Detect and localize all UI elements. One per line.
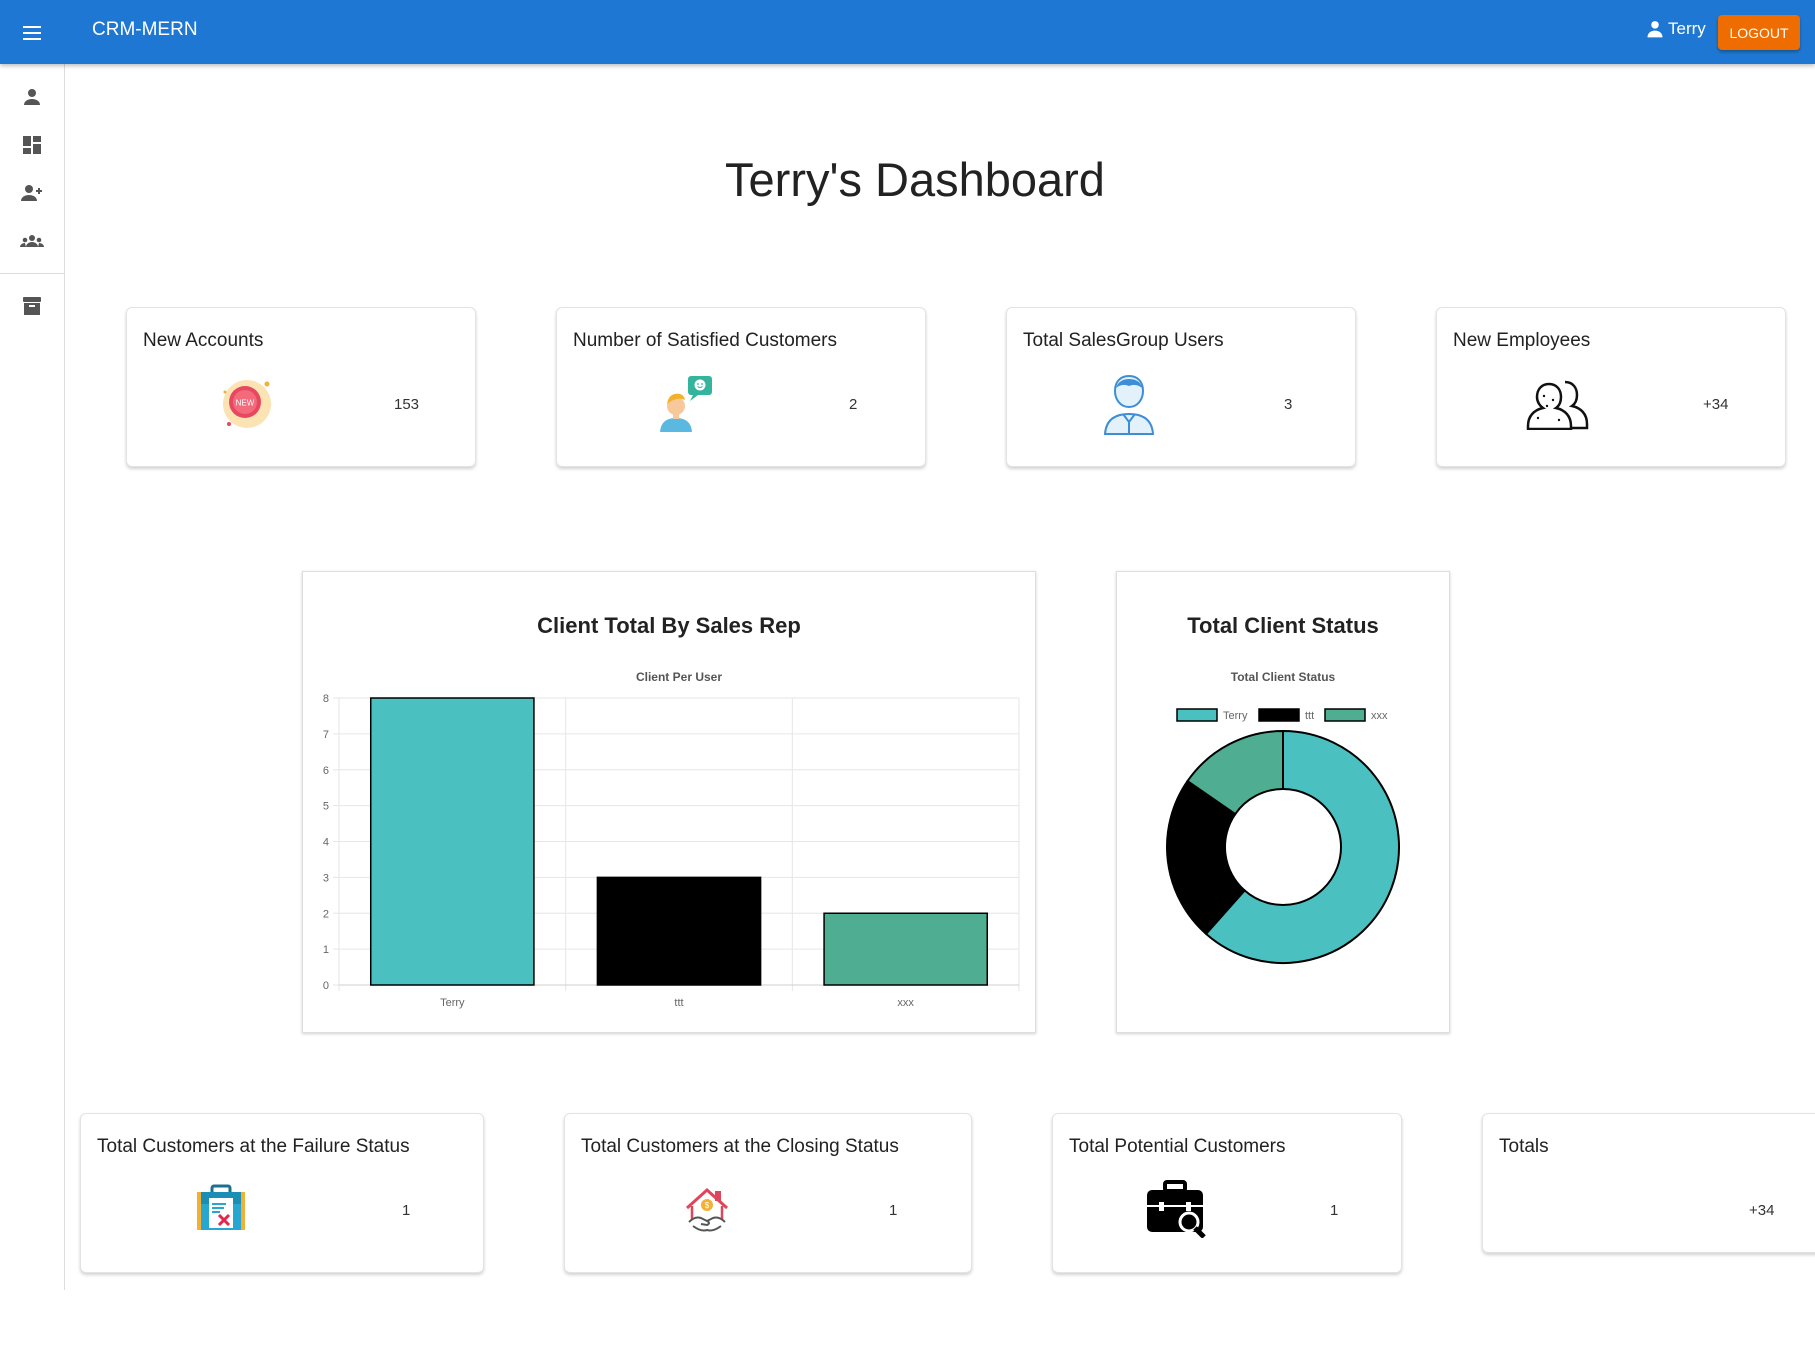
bar bbox=[596, 876, 762, 986]
bar bbox=[823, 912, 989, 986]
legend-swatch bbox=[1258, 708, 1300, 722]
stat-card-new-accounts: New Accounts NEW 153 bbox=[126, 307, 476, 467]
person-icon[interactable] bbox=[20, 85, 44, 109]
doughnut-chart-card: Total Client Status Total Client Status T… bbox=[1116, 571, 1450, 1033]
person-icon bbox=[1647, 21, 1663, 38]
stat-label: Total Customers at the Failure Status bbox=[97, 1136, 410, 1157]
stat-value: 1 bbox=[1330, 1202, 1339, 1219]
stat-card-closing-status: Total Customers at the Closing Status $ … bbox=[564, 1113, 972, 1273]
bar bbox=[369, 697, 535, 986]
bar-chart-card: Client Total By Sales Rep Client Per Use… bbox=[302, 571, 1036, 1033]
stat-label: Totals bbox=[1499, 1136, 1549, 1157]
x-tick-label: ttt bbox=[674, 997, 683, 1009]
legend-swatch bbox=[1324, 708, 1366, 722]
x-tick-label: Terry bbox=[440, 997, 465, 1009]
stat-value: 1 bbox=[402, 1202, 411, 1219]
stat-card-new-employees: New Employees +34 bbox=[1436, 307, 1786, 467]
user-icon bbox=[1103, 374, 1155, 435]
stat-label: New Accounts bbox=[143, 330, 264, 351]
stat-label: Number of Satisfied Customers bbox=[573, 330, 837, 351]
menu-icon[interactable] bbox=[18, 18, 46, 46]
stat-value: +34 bbox=[1749, 1202, 1775, 1219]
y-tick-label: 5 bbox=[323, 801, 329, 813]
y-tick-label: 2 bbox=[323, 908, 329, 920]
stat-card-failure-status: Total Customers at the Failure Status 1 bbox=[80, 1113, 484, 1273]
y-tick-label: 1 bbox=[323, 944, 329, 956]
stat-card-satisfied-customers: Number of Satisfied Customers 2 bbox=[556, 307, 926, 467]
sidebar-divider bbox=[0, 273, 64, 274]
y-tick-label: 4 bbox=[323, 837, 329, 849]
app-bar: CRM-MERN Terry LOGOUT bbox=[0, 0, 1815, 64]
closing-deal-icon: $ bbox=[685, 1187, 729, 1232]
new-badge-icon: NEW bbox=[223, 380, 271, 428]
legend-label: xxx bbox=[1371, 710, 1388, 722]
doughnut-chart: Total Client Status Terry ttt xxx bbox=[1166, 670, 1400, 964]
y-tick-label: 6 bbox=[323, 765, 329, 777]
groups-icon[interactable] bbox=[20, 229, 44, 253]
stat-value: 1 bbox=[889, 1202, 898, 1219]
stat-value: 153 bbox=[394, 396, 420, 413]
employees-icon bbox=[1526, 380, 1589, 430]
sidebar bbox=[0, 64, 65, 1290]
y-tick-label: 7 bbox=[323, 729, 329, 741]
svg-text:$: $ bbox=[705, 1201, 710, 1210]
user-menu[interactable]: Terry bbox=[1645, 19, 1706, 39]
satisfied-customer-icon bbox=[660, 376, 712, 432]
legend-label: ttt bbox=[1305, 710, 1314, 722]
stat-value: 3 bbox=[1284, 396, 1293, 413]
bar-chart-title: Client Per User bbox=[636, 670, 722, 684]
stat-label: New Employees bbox=[1453, 330, 1591, 351]
stat-label: Total SalesGroup Users bbox=[1023, 330, 1224, 351]
stat-value: +34 bbox=[1703, 396, 1729, 413]
y-tick-label: 0 bbox=[323, 980, 329, 992]
stat-label: Total Customers at the Closing Status bbox=[581, 1136, 899, 1157]
legend-swatch bbox=[1176, 708, 1218, 722]
user-name: Terry bbox=[1668, 19, 1706, 38]
potential-briefcase-icon bbox=[1147, 1180, 1206, 1238]
y-tick-label: 3 bbox=[323, 872, 329, 884]
x-tick-label: xxx bbox=[897, 997, 914, 1009]
stat-card-potential-customers: Total Potential Customers 1 bbox=[1052, 1113, 1402, 1273]
app-title: CRM-MERN bbox=[92, 19, 198, 40]
svg-text:NEW: NEW bbox=[236, 399, 255, 408]
stat-card-salesgroup-users: Total SalesGroup Users 3 bbox=[1006, 307, 1356, 467]
legend-label: Terry bbox=[1223, 710, 1248, 722]
y-tick-label: 8 bbox=[323, 693, 329, 705]
failure-briefcase-icon bbox=[197, 1184, 245, 1230]
logout-button[interactable]: LOGOUT bbox=[1718, 15, 1800, 50]
doughnut-chart-title: Total Client Status bbox=[1231, 670, 1336, 684]
stat-card-totals: Totals +34 bbox=[1482, 1113, 1815, 1253]
page-title: Terry's Dashboard bbox=[725, 153, 1105, 206]
bar-chart: Client Per User 0 1 2 3 4 5 6 7 8 Terry ttt xxx bbox=[323, 670, 1020, 1009]
stat-label: Total Potential Customers bbox=[1069, 1136, 1286, 1157]
archive-icon[interactable] bbox=[20, 294, 44, 318]
stat-value: 2 bbox=[849, 396, 858, 413]
